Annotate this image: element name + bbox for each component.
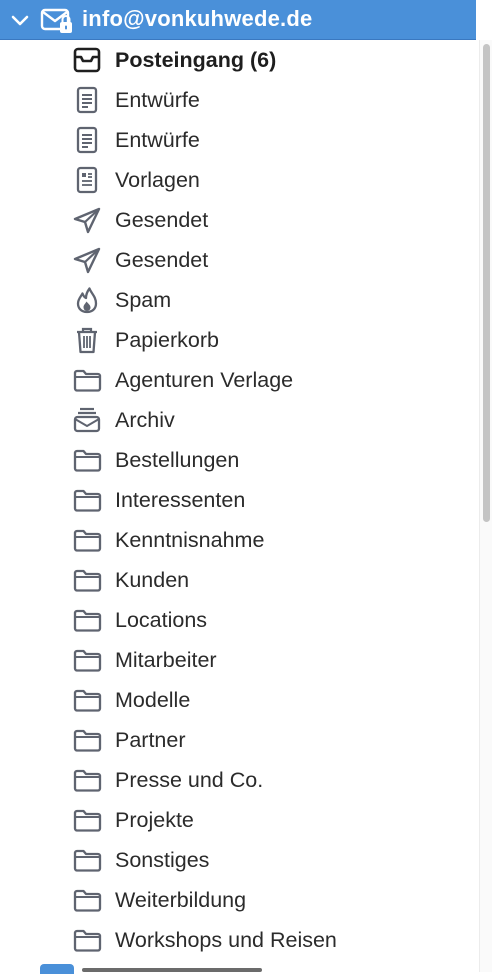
folder-icon <box>73 729 102 752</box>
folder-label: Kunden <box>115 568 190 592</box>
folder-item-posteingang-6[interactable]: Posteingang (6) <box>0 40 476 80</box>
folder-label: Kenntnisnahme <box>115 528 265 552</box>
folder-label: Posteingang (6) <box>115 48 277 72</box>
folder-label: Entwürfe <box>115 128 200 152</box>
folder-item-spam[interactable]: Spam <box>0 280 476 320</box>
envelope-lock-icon <box>40 8 72 33</box>
folder-item-weiterbildung[interactable]: Weiterbildung <box>0 880 476 920</box>
scrollbar-thumb[interactable] <box>483 44 490 522</box>
folder-item-locations[interactable]: Locations <box>0 600 476 640</box>
folder-item-entwürfe[interactable]: Entwürfe <box>0 80 476 120</box>
folder-label: Sonstiges <box>115 848 210 872</box>
folder-item-projekte[interactable]: Projekte <box>0 800 476 840</box>
folder-item-vorlagen[interactable]: Vorlagen <box>0 160 476 200</box>
folder-icon <box>73 849 102 872</box>
folder-label: Spam <box>115 288 172 312</box>
folder-label: Projekte <box>115 808 194 832</box>
folder-item-modelle[interactable]: Modelle <box>0 680 476 720</box>
folder-label: Locations <box>115 608 208 632</box>
folder-label: Gesendet <box>115 248 209 272</box>
account-row[interactable]: info@vonkuhwede.de <box>0 0 476 40</box>
folder-item-workshops-und-reisen[interactable]: Workshops und Reisen <box>0 920 476 960</box>
folder-icon <box>73 489 102 512</box>
folder-label: Partner <box>115 728 186 752</box>
inbox-icon <box>73 47 101 73</box>
folder-icon <box>73 569 102 592</box>
folder-icon <box>73 609 102 632</box>
folder-item-kenntnisnahme[interactable]: Kenntnisnahme <box>0 520 476 560</box>
folder-icon <box>73 929 102 952</box>
account-label: info@vonkuhwede.de <box>82 6 313 31</box>
flame-icon <box>76 287 98 314</box>
document-icon <box>76 126 98 154</box>
trash-icon <box>77 327 97 354</box>
folder-label: Archiv <box>115 408 175 432</box>
folder-label: Bestellungen <box>115 448 240 472</box>
folder-item-papierkorb[interactable]: Papierkorb <box>0 320 476 360</box>
folder-label: Entwürfe <box>115 88 200 112</box>
next-account-icon <box>40 964 74 974</box>
folder-item-gesendet[interactable]: Gesendet <box>0 240 476 280</box>
folder-icon <box>73 369 102 392</box>
folder-item-archiv[interactable]: Archiv <box>0 400 476 440</box>
next-account-label[interactable] <box>82 962 262 974</box>
folder-item-partner[interactable]: Partner <box>0 720 476 760</box>
folder-label: Workshops und Reisen <box>115 928 337 952</box>
document-icon <box>76 86 98 114</box>
folder-icon <box>73 449 102 472</box>
folder-label: Vorlagen <box>115 168 200 192</box>
mail-sidebar: info@vonkuhwede.de Posteingang (6) Entwü… <box>0 0 492 974</box>
folder-item-kunden[interactable]: Kunden <box>0 560 476 600</box>
folder-item-mitarbeiter[interactable]: Mitarbeiter <box>0 640 476 680</box>
archive-icon <box>73 407 101 433</box>
folder-label: Agenturen Verlage <box>115 368 294 392</box>
folder-label: Presse und Co. <box>115 768 264 792</box>
folder-label: Papierkorb <box>115 328 219 352</box>
folder-item-sonstiges[interactable]: Sonstiges <box>0 840 476 880</box>
folder-icon <box>73 689 102 712</box>
folder-item-agenturen-verlage[interactable]: Agenturen Verlage <box>0 360 476 400</box>
folder-item-entwürfe[interactable]: Entwürfe <box>0 120 476 160</box>
folder-label: Modelle <box>115 688 191 712</box>
chevron-down-icon[interactable] <box>10 11 30 31</box>
folder-label: Interessenten <box>115 488 246 512</box>
folder-icon <box>73 809 102 832</box>
folder-item-gesendet[interactable]: Gesendet <box>0 200 476 240</box>
folder-icon <box>73 529 102 552</box>
folder-icon <box>73 649 102 672</box>
folder-item-bestellungen[interactable]: Bestellungen <box>0 440 476 480</box>
folder-label: Weiterbildung <box>115 888 247 912</box>
paper-plane-icon <box>73 207 101 234</box>
folder-item-presse-und-co[interactable]: Presse und Co. <box>0 760 476 800</box>
template-icon <box>76 166 98 194</box>
paper-plane-icon <box>73 247 101 274</box>
folder-icon <box>73 889 102 912</box>
folder-label: Mitarbeiter <box>115 648 217 672</box>
folder-icon <box>73 769 102 792</box>
folder-label: Gesendet <box>115 208 209 232</box>
folder-item-interessenten[interactable]: Interessenten <box>0 480 476 520</box>
